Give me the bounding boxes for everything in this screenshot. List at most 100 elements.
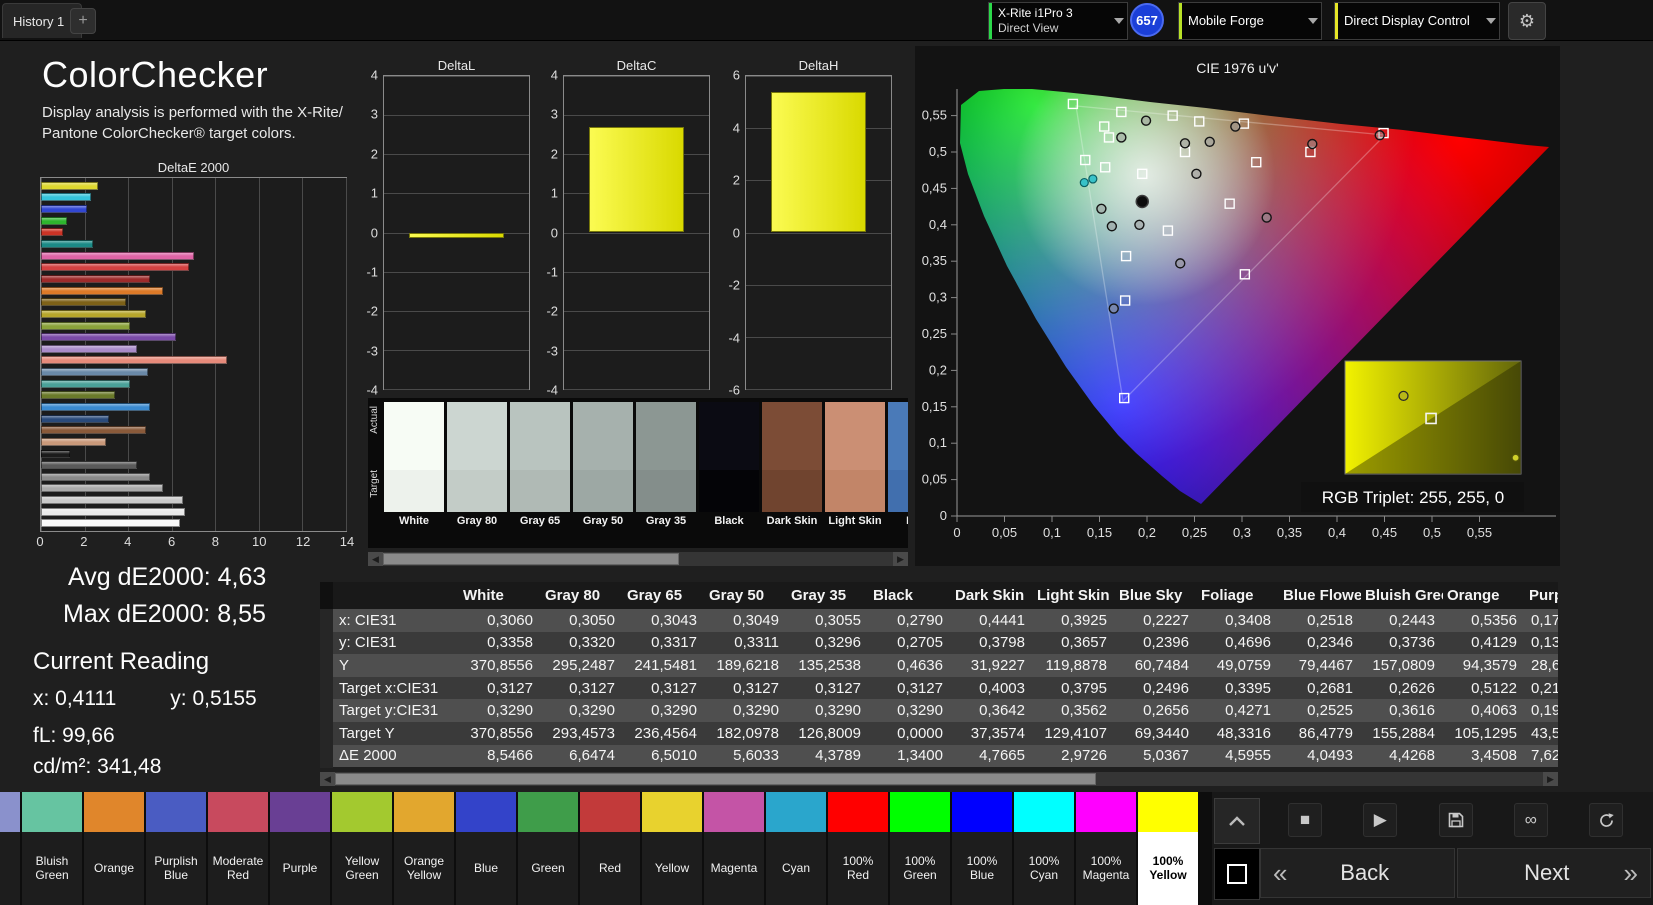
table-header-cell: White xyxy=(463,587,504,604)
back-button[interactable]: « Back xyxy=(1260,848,1455,898)
patch-swatch xyxy=(952,792,1012,832)
table-cell: 0,17 xyxy=(1531,611,1558,629)
swatch[interactable]: Gray 80 xyxy=(447,402,507,548)
table-row[interactable]: ΔE 2000 8,5466 6,6474 6,5010 5,6033 4,3789 1,3… xyxy=(333,744,1558,768)
swatch[interactable]: Gray 50 xyxy=(573,402,633,548)
table-row[interactable]: y: CIE31 0,3358 0,3320 0,3317 0,3311 0,3296 0,… xyxy=(333,631,1558,655)
table-header-cell: Gray 65 xyxy=(627,587,683,604)
patch-button[interactable]: er xyxy=(0,792,20,905)
patch-button[interactable]: 100% Blue xyxy=(952,792,1012,905)
patch-button[interactable]: 100% Magenta xyxy=(1076,792,1136,905)
deltae-bar-row xyxy=(41,471,346,483)
link-button[interactable]: ∞ xyxy=(1513,803,1548,837)
patch-button[interactable]: Yellow Green xyxy=(332,792,392,905)
reading-count-badge[interactable]: 657 xyxy=(1130,3,1164,37)
patch-button[interactable]: 100% Red xyxy=(828,792,888,905)
deltae-bar-row xyxy=(41,436,346,448)
table-cell: 0,3616 xyxy=(1389,702,1435,720)
patch-label: 100% Cyan xyxy=(1028,853,1060,882)
patch-button[interactable]: Magenta xyxy=(704,792,764,905)
gridline xyxy=(384,154,529,156)
patch-button[interactable]: Blue xyxy=(456,792,516,905)
patch-button[interactable]: Moderate Red xyxy=(208,792,268,905)
swatch[interactable]: Light Skin xyxy=(825,402,885,548)
scrollbar-thumb[interactable] xyxy=(383,553,679,565)
table-cell: 157,0809 xyxy=(1372,656,1435,674)
save-button[interactable] xyxy=(1438,803,1473,837)
table-header-cell: Bluish Green xyxy=(1365,587,1443,604)
patch-button[interactable]: Orange Yellow xyxy=(394,792,454,905)
source-dropdown[interactable]: Mobile Forge xyxy=(1178,2,1322,40)
patch-button[interactable]: 100% Cyan xyxy=(1014,792,1074,905)
table-row[interactable]: Y 370,8556 295,2487 241,5481 189,6218 135,253… xyxy=(333,654,1558,677)
y-tick-label: 0,2 xyxy=(929,362,947,377)
scroll-right-icon[interactable]: ▶ xyxy=(893,552,908,566)
row-label: ΔE 2000 xyxy=(339,747,397,765)
table-row[interactable]: Target Y 370,8556 293,4573 236,4564 182,0978… xyxy=(333,721,1558,745)
plus-icon: + xyxy=(78,12,88,29)
deltae-bar xyxy=(41,205,87,214)
play-button[interactable]: ▶ xyxy=(1363,803,1398,837)
patch-button[interactable]: Cyan xyxy=(766,792,826,905)
x-tick-label: 8 xyxy=(211,534,220,549)
swatch[interactable]: White xyxy=(384,402,444,548)
deltae-bar xyxy=(41,426,146,435)
patch-button[interactable]: Yellow xyxy=(642,792,702,905)
deltaC-chart: DeltaC 4 3 2 1 0 -1 -2 -3 -4 xyxy=(537,58,712,398)
table-row[interactable]: Target x:CIE31 0,3127 0,3127 0,3127 0,3127 0,… xyxy=(333,676,1558,700)
deltae-x-axis: 0 2 4 6 8 10 12 14 xyxy=(36,534,354,550)
table-cell: 0,3395 xyxy=(1225,679,1271,697)
x-tick-label: 0,25 xyxy=(1182,525,1207,540)
swatch[interactable]: Gray 35 xyxy=(636,402,696,548)
deltae-bar-row xyxy=(41,331,346,343)
table-row[interactable]: Target y:CIE31 0,3290 0,3290 0,3290 0,3290 0,… xyxy=(333,699,1558,722)
y-tick-label: -1 xyxy=(366,264,378,280)
meter-dropdown[interactable]: X-Rite i1Pro 3 Direct View xyxy=(988,2,1128,40)
table-row[interactable]: x: CIE31 0,3060 0,3050 0,3043 0,3049 0,3055 0,… xyxy=(333,609,1558,632)
y-tick-label: -2 xyxy=(366,303,378,319)
swatch[interactable]: Blue xyxy=(888,402,908,548)
scroll-right-icon[interactable]: ▶ xyxy=(1543,772,1558,786)
y-tick-label: 0 xyxy=(370,225,378,240)
deltae-bar xyxy=(41,437,107,446)
target-color xyxy=(573,470,633,512)
y-tick-label: 2 xyxy=(370,146,378,162)
patch-button[interactable]: Purplish Blue xyxy=(146,792,206,905)
swatch[interactable]: Dark Skin xyxy=(762,402,822,548)
scroll-left-icon[interactable]: ◀ xyxy=(368,552,383,566)
table-cell: 0,3290 xyxy=(815,702,861,720)
patch-button[interactable]: Bluish Green xyxy=(22,792,82,905)
table-scrollbar[interactable]: ◀ ▶ xyxy=(320,772,1558,786)
display-control-dropdown[interactable]: Direct Display Control xyxy=(1334,2,1500,40)
patch-button[interactable]: 100% Green xyxy=(890,792,950,905)
save-icon xyxy=(1448,812,1463,828)
swatch[interactable]: Gray 65 xyxy=(510,402,570,548)
next-button[interactable]: Next » xyxy=(1457,848,1651,898)
patch-button[interactable]: Orange xyxy=(84,792,144,905)
patch-button[interactable]: Purple xyxy=(270,792,330,905)
target-color xyxy=(636,470,696,512)
settings-button[interactable]: ⚙ xyxy=(1508,2,1546,40)
patch-button[interactable]: Green xyxy=(518,792,578,905)
patch-swatch xyxy=(270,792,330,832)
table-cell: 69,3440 xyxy=(1134,724,1189,742)
swatch-strip-scrollbar[interactable]: ◀ ▶ xyxy=(368,552,908,566)
x-tick-label: 10 xyxy=(252,534,267,549)
scrollbar-thumb[interactable] xyxy=(335,773,1097,785)
patch-button[interactable]: Red xyxy=(580,792,640,905)
y-tick-label: 1 xyxy=(550,185,558,201)
pattern-window-button[interactable] xyxy=(1214,848,1260,900)
add-tab-button[interactable]: + xyxy=(70,8,96,34)
stop-button[interactable]: ■ xyxy=(1288,803,1322,837)
patch-swatch xyxy=(518,792,578,832)
refresh-button[interactable] xyxy=(1589,803,1623,837)
y-tick-label: 0 xyxy=(940,508,947,523)
collapse-panel-button[interactable] xyxy=(1214,798,1260,844)
patch-swatch xyxy=(332,792,392,832)
patch-label: Orange Yellow xyxy=(403,853,445,882)
scroll-left-icon[interactable]: ◀ xyxy=(320,772,335,786)
swatch[interactable]: Black xyxy=(699,402,759,548)
table-cell: 0,3358 xyxy=(487,634,533,652)
patch-button[interactable]: 100% Yellow xyxy=(1138,792,1198,905)
actual-color xyxy=(636,402,696,470)
